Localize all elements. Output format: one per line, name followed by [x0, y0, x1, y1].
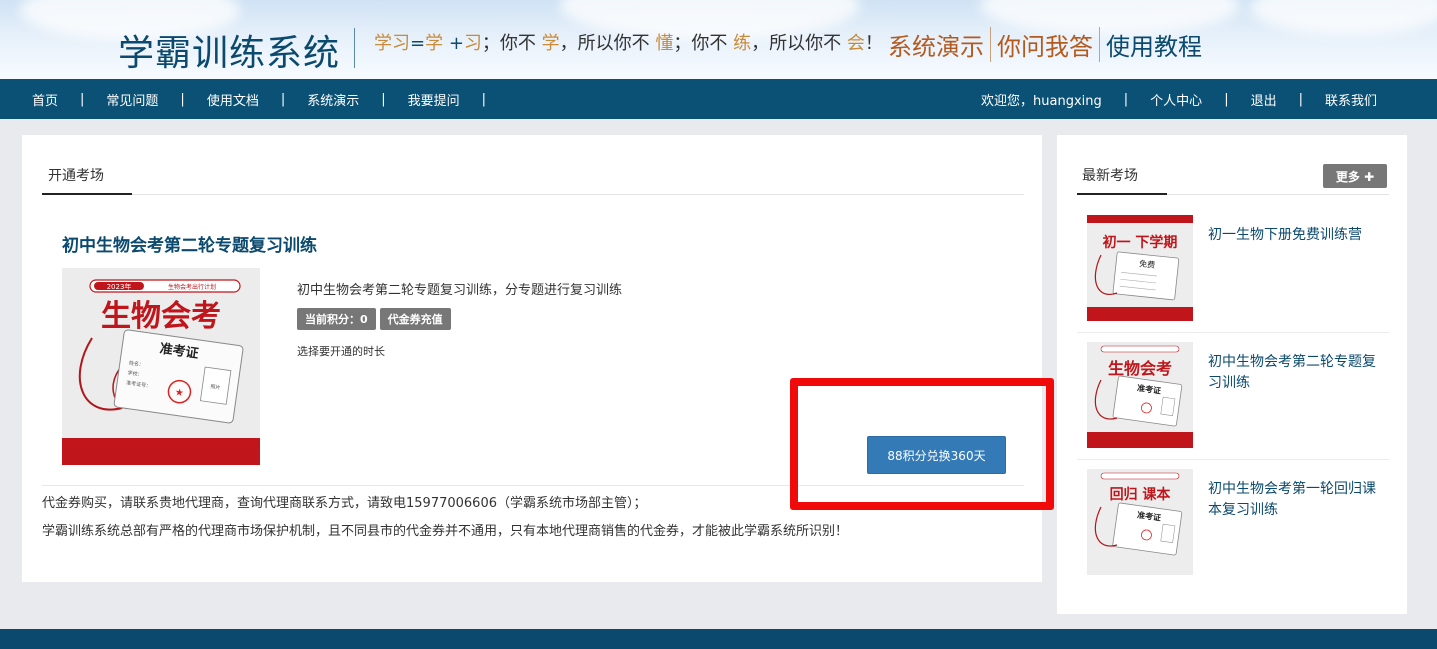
voucher-recharge-badge[interactable]: 代金券充值 [379, 308, 451, 330]
slogan: 学习=学 +习；你不 学，所以你不 懂；你不 练，所以你不 会！ [374, 33, 883, 54]
sidebar-exam-item[interactable]: 回归 课本 准考证 初中生物会考第一轮回归课本复习训练 [1077, 469, 1389, 587]
svg-text:生物会考: 生物会考 [101, 299, 221, 334]
nav-separator: | [1224, 91, 1229, 107]
plus-icon: ✚ [1364, 169, 1375, 184]
points-badge: 当前积分：0 [297, 308, 376, 330]
nav-item-ask[interactable]: 我要提问 [408, 90, 460, 109]
nav-item-home[interactable]: 首页 [32, 90, 58, 109]
exam-thumbnail[interactable]: 生物会考 准考证 [1087, 342, 1193, 448]
svg-text:生物会考: 生物会考 [1108, 359, 1172, 378]
svg-text:★: ★ [174, 387, 184, 399]
exam-title-link[interactable]: 初中生物会考第一轮回归课本复习训练 [1208, 479, 1383, 521]
nav-separator: | [1298, 91, 1303, 107]
svg-text:回归 课本: 回归 课本 [1110, 486, 1172, 503]
title-divider [354, 28, 355, 68]
header-links: 系统演示 你问我答 使用教程 [888, 27, 1208, 62]
svg-text:初一 下学期: 初一 下学期 [1103, 234, 1178, 251]
course-description: 初中生物会考第二轮专题复习训练，分专题进行复习训练 [297, 283, 623, 298]
main-nav: 首页 | 常见问题 | 使用文档 | 系统演示 | 我要提问 | 欢迎您，hua… [0, 79, 1437, 119]
agent-protection-notice: 学霸训练系统总部有严格的代理商市场保护机制，且不同县市的代金券并不通用，只有本地… [42, 524, 849, 539]
svg-text:照片: 照片 [210, 383, 221, 391]
nav-separator: | [80, 91, 85, 107]
exam-thumbnail[interactable]: 初一 下学期 免费 [1087, 215, 1193, 321]
svg-text:2023年: 2023年 [107, 282, 132, 291]
exam-thumbnail[interactable]: 回归 课本 准考证 [1087, 469, 1193, 575]
tab-active-indicator [42, 193, 132, 195]
course-cover-image[interactable]: 2023年 生物会考出行计划 生物会考 准考证 姓名： 学校： 准考证号： 照片… [62, 268, 260, 465]
sidebar-title: 最新考场 [1082, 168, 1138, 184]
main-panel: 开通考场 初中生物会考第二轮专题复习训练 2023年 生物会考出行计划 生物会考… [22, 135, 1042, 582]
tab-open-exam[interactable]: 开通考场 [48, 165, 104, 185]
site-title[interactable]: 学霸训练系统 [118, 24, 340, 76]
header-link-qa[interactable]: 你问我答 [990, 27, 1099, 62]
header-link-demo[interactable]: 系统演示 [888, 27, 990, 62]
more-button[interactable]: 更多 ✚ [1323, 164, 1387, 188]
nav-welcome: 欢迎您，huangxing [981, 93, 1102, 109]
site-header: 学霸训练系统 学习=学 +习；你不 学，所以你不 懂；你不 练，所以你不 会！ … [0, 0, 1437, 79]
nav-separator: | [1123, 91, 1129, 107]
tab-divider [42, 194, 1024, 195]
exchange-points-button[interactable]: 88积分兑换360天 [867, 436, 1006, 474]
nav-item-docs[interactable]: 使用文档 [207, 90, 259, 109]
divider [42, 485, 1024, 486]
badge-group: 当前积分：0 代金券充值 [297, 308, 451, 330]
page-footer [0, 629, 1437, 649]
nav-item-logout[interactable]: 退出 [1251, 90, 1277, 109]
svg-text:生物会考出行计划: 生物会考出行计划 [168, 283, 216, 291]
nav-item-demo[interactable]: 系统演示 [307, 90, 359, 109]
voucher-notice: 代金券购买，请联系贵地代理商，查询代理商联系方式，请致电15977006606（… [42, 496, 647, 511]
nav-separator: | [180, 91, 185, 107]
nav-separator: | [381, 91, 386, 107]
nav-separator: | [280, 91, 286, 107]
sidebar-title-indicator [1077, 193, 1167, 195]
exam-title-link[interactable]: 初一生物下册免费训练营 [1208, 225, 1383, 246]
item-divider [1077, 459, 1389, 460]
course-title[interactable]: 初中生物会考第二轮专题复习训练 [62, 231, 317, 256]
header-link-tutorial[interactable]: 使用教程 [1099, 27, 1208, 62]
nav-item-faq[interactable]: 常见问题 [106, 90, 158, 109]
svg-text:免费: 免费 [1139, 258, 1156, 270]
exam-title-link[interactable]: 初中生物会考第二轮专题复习训练 [1208, 352, 1383, 394]
sidebar-exam-item[interactable]: 生物会考 准考证 初中生物会考第二轮专题复习训练 [1077, 342, 1389, 460]
nav-item-contact[interactable]: 联系我们 [1325, 90, 1377, 109]
latest-exams-sidebar: 最新考场 更多 ✚ 初一 下学期 免费 初一生物下册免费训练营 生物会考 准考证… [1057, 135, 1407, 614]
nav-separator: | [481, 91, 487, 107]
item-divider [1077, 332, 1389, 333]
duration-label: 选择要开通的时长 [297, 345, 385, 358]
sidebar-exam-item[interactable]: 初一 下学期 免费 初一生物下册免费训练营 [1077, 215, 1389, 333]
nav-item-profile[interactable]: 个人中心 [1150, 90, 1202, 109]
